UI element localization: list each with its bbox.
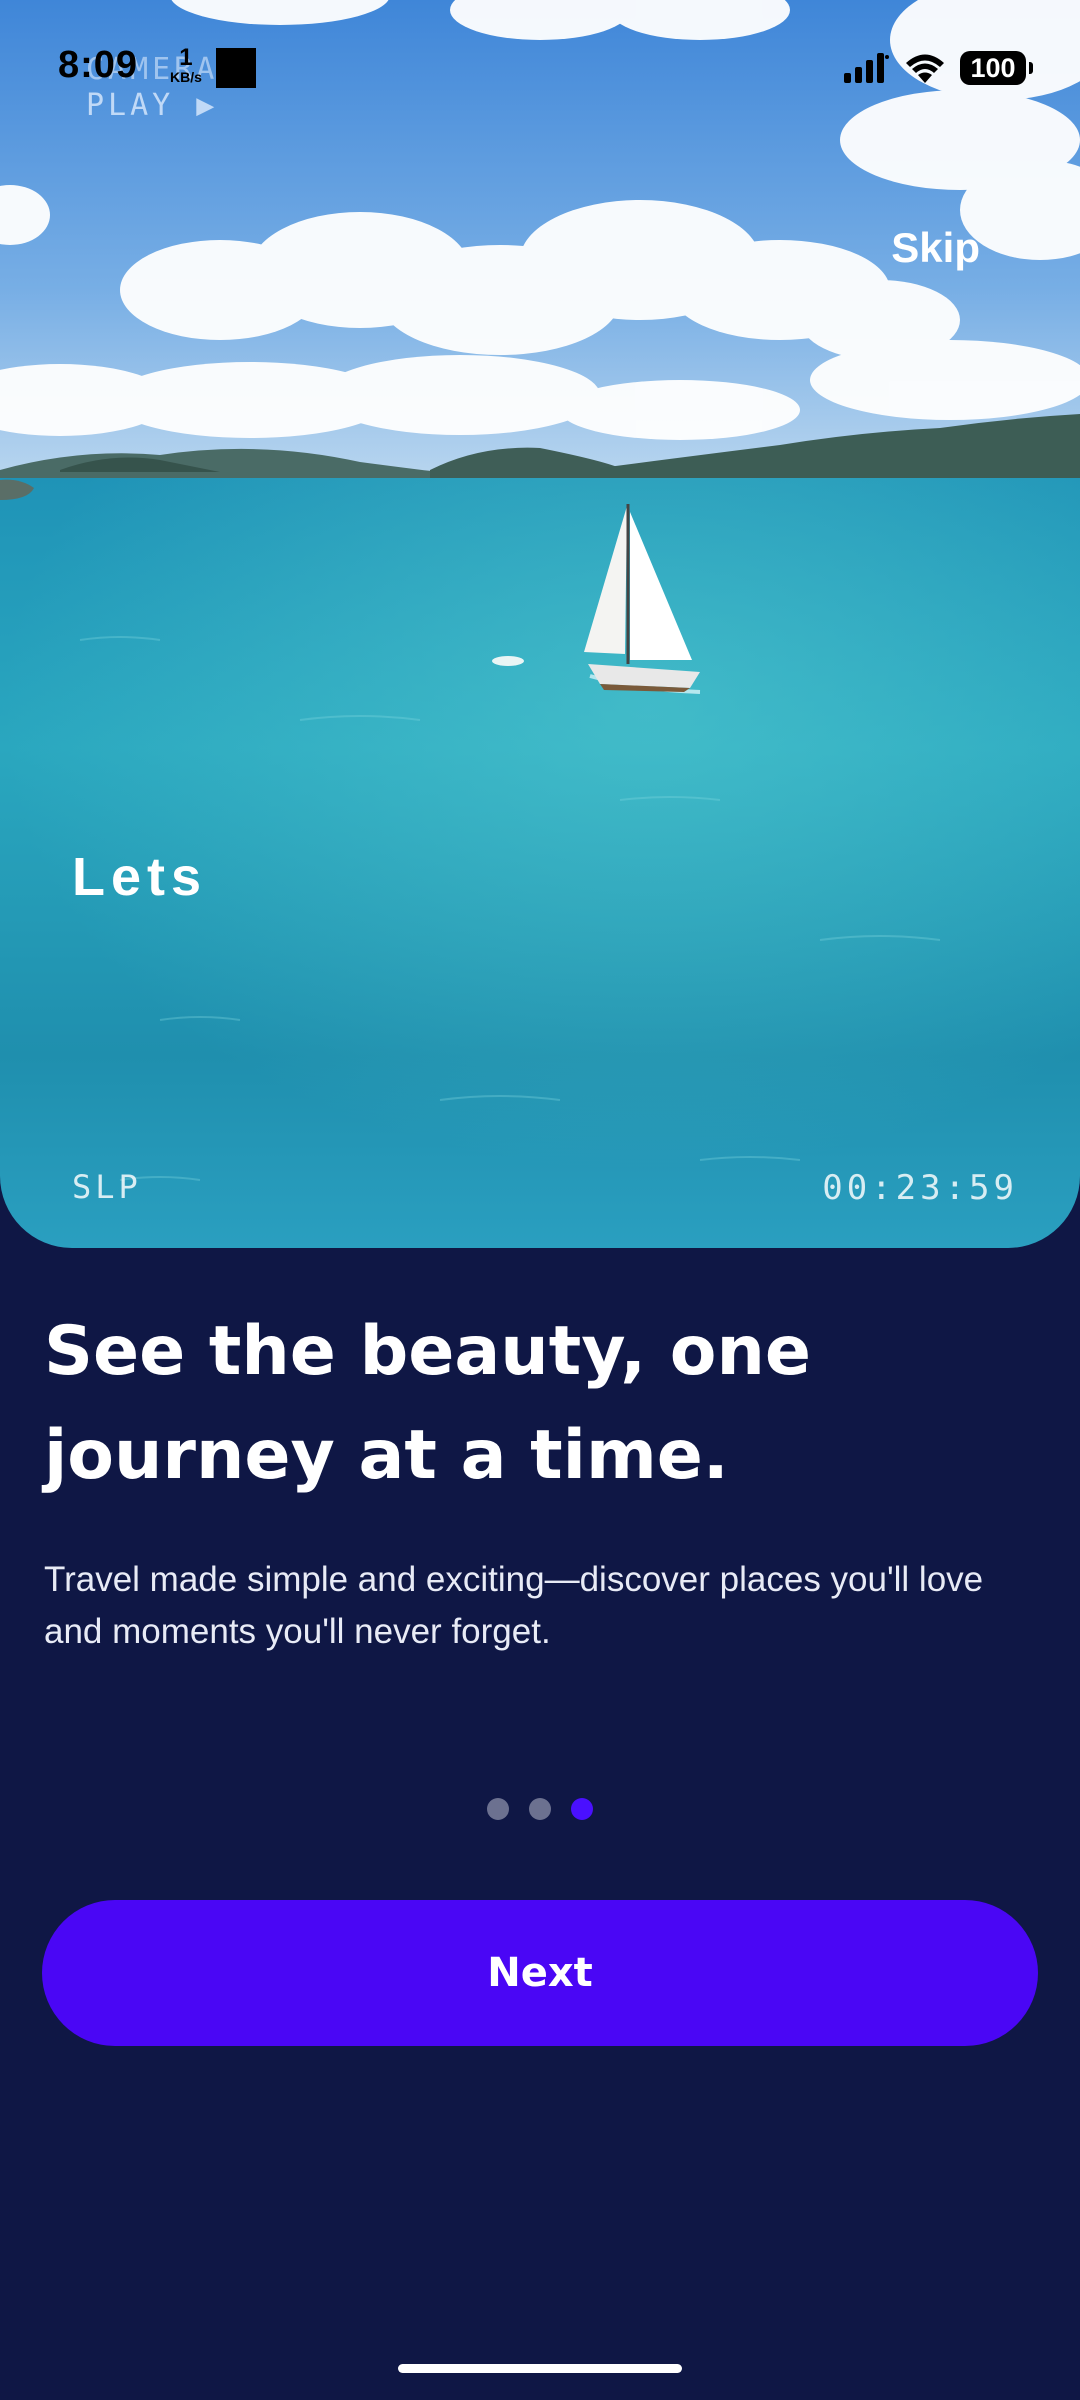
pagination-dot-1[interactable] [487,1798,509,1820]
timecode: 00:23:59 [822,1168,1018,1208]
wifi-icon [906,54,944,83]
battery-icon: 100 [960,51,1033,85]
notification-icon [216,48,256,88]
pagination-dot-3[interactable] [571,1798,593,1820]
overlay-word: Lets [72,847,208,907]
play-indicator: PLAY ▶ [86,88,219,123]
hero-video: CAMERA1 PLAY ▶ Lets SLP 00:23:59 8:09 1 … [0,0,1080,1248]
signal-icon [844,53,889,83]
status-icons: 100 [844,48,1033,88]
network-speed-value: 1 [179,44,193,71]
onboarding-screen: CAMERA1 PLAY ▶ Lets SLP 00:23:59 8:09 1 … [0,0,1080,2400]
pagination-dot-2[interactable] [529,1798,551,1820]
status-time: 8:09 [58,44,139,86]
page-title: See the beauty, one journey at a time. [44,1312,811,1495]
skip-button[interactable]: Skip [891,224,980,272]
page-subtitle: Travel made simple and exciting—discover… [44,1560,984,1651]
next-button[interactable]: Next [42,1900,1038,2046]
network-speed-unit: KB/s [170,69,202,85]
pagination-dots [0,1798,1080,1820]
home-indicator[interactable] [398,2364,682,2373]
network-speed: 1 KB/s [170,44,202,85]
recording-mode: SLP [72,1168,142,1206]
sailboat-scene-image [0,0,1080,1248]
